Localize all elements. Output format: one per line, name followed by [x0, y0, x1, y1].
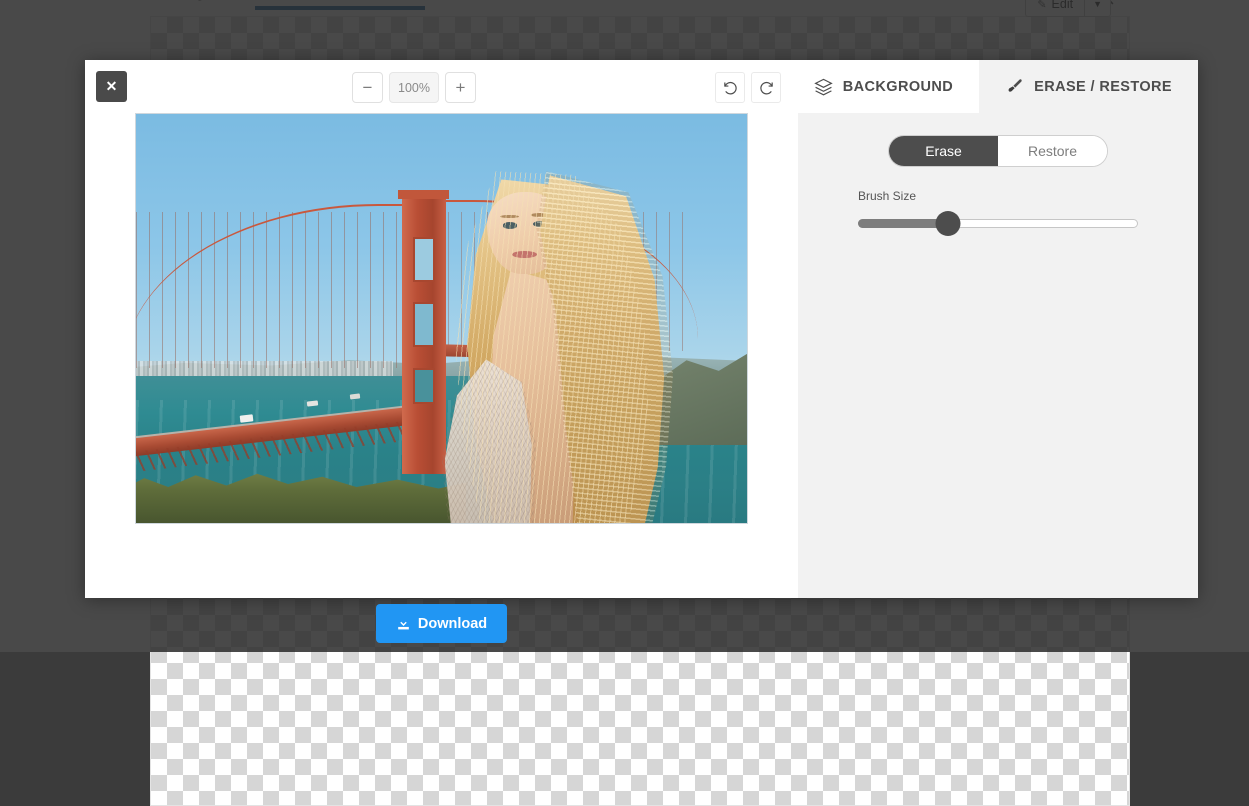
zoom-out-button[interactable]: −: [352, 72, 383, 103]
zoom-controls: − 100% +: [352, 72, 476, 103]
tab-erase-restore[interactable]: ERASE / RESTORE: [979, 60, 1198, 113]
download-button[interactable]: Download: [376, 604, 507, 643]
erase-restore-panel: Erase Restore Brush Size: [798, 113, 1198, 598]
brush-icon: [1005, 77, 1024, 96]
restore-mode-button[interactable]: Restore: [998, 136, 1107, 166]
slider-thumb[interactable]: [935, 211, 960, 236]
erase-mode-button[interactable]: Erase: [889, 136, 998, 166]
zoom-in-button[interactable]: +: [445, 72, 476, 103]
editor-toolbar: ✕ − 100% +: [85, 60, 1198, 113]
editor-modal: ✕ − 100% +: [85, 60, 1198, 598]
photo-car: [240, 414, 254, 422]
erase-restore-toggle: Erase Restore: [888, 135, 1108, 167]
brush-size-label: Brush Size: [858, 189, 1138, 203]
close-icon: ✕: [106, 78, 118, 95]
photo-tower-opening: [413, 302, 435, 347]
redo-icon: [758, 79, 775, 96]
zoom-level-display: 100%: [389, 72, 439, 103]
photo-car: [350, 393, 360, 399]
brush-size-slider[interactable]: [858, 212, 1138, 234]
modal-close-button[interactable]: ✕: [96, 71, 127, 102]
redo-button[interactable]: [751, 72, 781, 103]
tab-background-label: BACKGROUND: [843, 79, 953, 95]
photo-tower-opening: [413, 237, 435, 282]
download-icon: [396, 616, 411, 631]
minus-icon: −: [363, 78, 373, 98]
download-button-label: Download: [418, 616, 487, 632]
tab-erase-restore-label: ERASE / RESTORE: [1034, 79, 1172, 95]
layers-icon: [814, 77, 833, 96]
image-canvas[interactable]: [135, 113, 748, 524]
photo-bridge-tower-near-cap: [398, 190, 449, 199]
panel-tab-bar: BACKGROUND ERASE / RESTORE: [788, 60, 1198, 113]
photo-tower-opening: [413, 368, 435, 405]
editor-body: Download Erase Restore Brush Size: [85, 113, 1198, 598]
canvas-area: Download: [85, 113, 798, 598]
undo-button[interactable]: [715, 72, 745, 103]
tab-background[interactable]: BACKGROUND: [788, 60, 979, 113]
history-controls: [715, 72, 781, 103]
undo-icon: [722, 79, 739, 96]
plus-icon: +: [456, 78, 466, 98]
